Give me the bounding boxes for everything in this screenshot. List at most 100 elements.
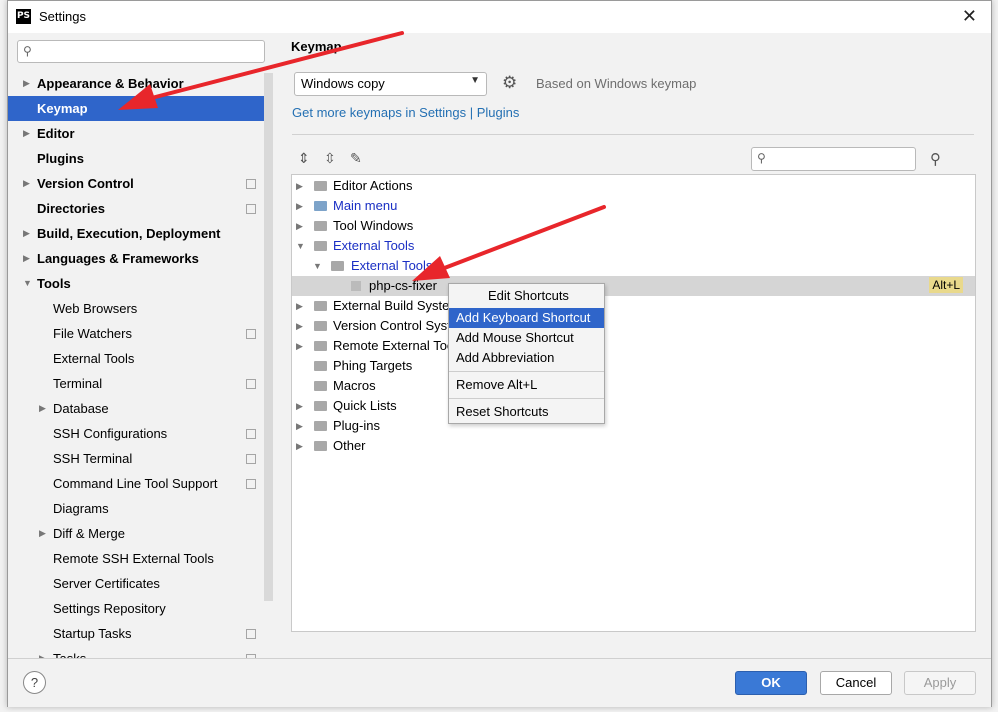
sidebar-search-input[interactable]: ⚲ [17, 40, 265, 63]
sidebar-item-server-certificates[interactable]: Server Certificates [8, 571, 273, 596]
sidebar-item-label: Web Browsers [53, 301, 138, 316]
expand-arrow-icon[interactable]: ▶ [296, 296, 303, 316]
sidebar-item-startup-tasks[interactable]: Startup Tasks [8, 621, 273, 646]
expand-arrow-icon[interactable]: ▶ [39, 521, 46, 546]
apply-button[interactable]: Apply [904, 671, 976, 695]
edit-pencil-icon[interactable]: ✎ [350, 150, 362, 167]
keymap-search-input[interactable]: ⚲ [751, 147, 916, 171]
sidebar-item-database[interactable]: ▶ Database [8, 396, 273, 421]
tree-row-label: Other [333, 438, 366, 453]
collapse-arrow-icon[interactable]: ▼ [296, 236, 305, 256]
tree-row-editor-actions[interactable]: ▶ Editor Actions [292, 176, 975, 196]
tree-row-macros[interactable]: Macros [292, 376, 975, 396]
tree-row-label: Quick Lists [333, 398, 397, 413]
tree-row-plug-ins[interactable]: ▶ Plug-ins [292, 416, 975, 436]
cancel-button[interactable]: Cancel [820, 671, 892, 695]
tree-row-label: Plug-ins [333, 418, 380, 433]
tree-row-label: Phing Targets [333, 358, 413, 373]
help-button[interactable]: ? [23, 671, 46, 694]
action-icon [351, 281, 361, 291]
tree-row-version-control-systems[interactable]: ▶ Version Control System [292, 316, 975, 336]
tree-row-external-tools-group[interactable]: ▼ External Tools [292, 256, 975, 276]
menu-item-remove-shortcut[interactable]: Remove Alt+L [449, 375, 604, 395]
expand-arrow-icon[interactable]: ▶ [39, 396, 46, 421]
sidebar-item-plugins[interactable]: Plugins [8, 146, 273, 171]
tree-row-label: External Tools [351, 258, 433, 273]
expand-arrow-icon[interactable]: ▶ [296, 196, 303, 216]
expand-arrow-icon[interactable]: ▶ [296, 316, 303, 336]
sidebar-item-tasks[interactable]: ▶ Tasks [8, 646, 273, 658]
expand-arrow-icon[interactable]: ▶ [23, 71, 30, 96]
expand-arrow-icon[interactable]: ▶ [23, 246, 30, 271]
expand-arrow-icon[interactable]: ▶ [296, 396, 303, 416]
expand-arrow-icon[interactable]: ▶ [23, 221, 30, 246]
expand-arrow-icon[interactable]: ▶ [296, 216, 303, 236]
project-level-icon [246, 179, 256, 189]
sidebar-item-external-tools[interactable]: External Tools [8, 346, 273, 371]
sidebar-item-editor[interactable]: ▶ Editor [8, 121, 273, 146]
tree-row-main-menu[interactable]: ▶ Main menu [292, 196, 975, 216]
expand-all-icon[interactable]: ⇕ [298, 150, 310, 167]
folder-icon [314, 221, 327, 231]
sidebar-item-web-browsers[interactable]: Web Browsers [8, 296, 273, 321]
sidebar-item-file-watchers[interactable]: File Watchers [8, 321, 273, 346]
menu-item-label: Add Abbreviation [456, 350, 555, 365]
sidebar-item-command-line-tool-support[interactable]: Command Line Tool Support [8, 471, 273, 496]
gear-icon[interactable]: ⚙ [502, 73, 517, 93]
sidebar-item-keymap[interactable]: Keymap [8, 96, 273, 121]
sidebar-scrollbar[interactable] [264, 73, 273, 601]
menu-item-reset-shortcuts[interactable]: Reset Shortcuts [449, 402, 604, 422]
get-more-keymaps-link[interactable]: Get more keymaps in Settings | Plugins [292, 105, 519, 120]
sidebar-item-label: Diagrams [53, 501, 109, 516]
expand-arrow-icon[interactable]: ▶ [296, 416, 303, 436]
tree-row-tool-windows[interactable]: ▶ Tool Windows [292, 216, 975, 236]
sidebar-item-tools[interactable]: ▼ Tools [8, 271, 273, 296]
menu-item-add-abbreviation[interactable]: Add Abbreviation [449, 348, 604, 368]
menu-divider [449, 371, 604, 372]
sidebar-item-diff-merge[interactable]: ▶ Diff & Merge [8, 521, 273, 546]
sidebar-item-terminal[interactable]: Terminal [8, 371, 273, 396]
folder-icon [314, 341, 327, 351]
find-by-shortcut-icon[interactable]: ⚲ [930, 150, 941, 168]
sidebar-item-label: Keymap [37, 101, 88, 116]
collapse-arrow-icon[interactable]: ▼ [23, 271, 32, 296]
sidebar-item-version-control[interactable]: ▶ Version Control [8, 171, 273, 196]
expand-arrow-icon[interactable]: ▶ [23, 121, 30, 146]
sidebar-item-directories[interactable]: Directories [8, 196, 273, 221]
expand-arrow-icon[interactable]: ▶ [296, 336, 303, 356]
expand-arrow-icon[interactable]: ▶ [23, 171, 30, 196]
collapse-arrow-icon[interactable]: ▼ [313, 256, 322, 276]
expand-arrow-icon[interactable]: ▶ [296, 176, 303, 196]
collapse-all-icon[interactable]: ⇳ [324, 150, 336, 167]
tree-row-external-build-system[interactable]: ▶ External Build System [292, 296, 975, 316]
title-bar[interactable]: PS Settings ✕ [8, 1, 991, 33]
tree-row-other[interactable]: ▶ Other [292, 436, 975, 456]
menu-item-add-keyboard-shortcut[interactable]: Add Keyboard Shortcut [449, 308, 604, 328]
sidebar-item-build-execution-deployment[interactable]: ▶ Build, Execution, Deployment [8, 221, 273, 246]
sidebar-item-label: Diff & Merge [53, 526, 126, 541]
sidebar-item-label: SSH Terminal [53, 451, 133, 466]
sidebar-item-languages-frameworks[interactable]: ▶ Languages & Frameworks [8, 246, 273, 271]
sidebar-item-ssh-configurations[interactable]: SSH Configurations [8, 421, 273, 446]
sidebar-item-ssh-terminal[interactable]: SSH Terminal [8, 446, 273, 471]
sidebar-item-remote-ssh-external-tools[interactable]: Remote SSH External Tools [8, 546, 273, 571]
tree-row-remote-external-tools[interactable]: ▶ Remote External Tools [292, 336, 975, 356]
expand-arrow-icon[interactable]: ▶ [296, 436, 303, 456]
menu-item-label: Add Keyboard Shortcut [456, 310, 591, 325]
tree-row-quick-lists[interactable]: ▶ Quick Lists [292, 396, 975, 416]
close-icon[interactable]: ✕ [962, 6, 977, 27]
folder-icon [314, 301, 327, 311]
tree-row-php-cs-fixer[interactable]: php-cs-fixer Alt+L [292, 276, 975, 296]
sidebar-item-appearance-behavior[interactable]: ▶ Appearance & Behavior [8, 71, 273, 96]
ok-button[interactable]: OK [735, 671, 807, 695]
sidebar-item-settings-repository[interactable]: Settings Repository [8, 596, 273, 621]
expand-arrow-icon[interactable]: ▶ [39, 646, 46, 658]
keymap-dropdown[interactable]: Windows copy ▼ [294, 72, 487, 96]
tree-row-phing-targets[interactable]: Phing Targets [292, 356, 975, 376]
sidebar-item-diagrams[interactable]: Diagrams [8, 496, 273, 521]
menu-item-add-mouse-shortcut[interactable]: Add Mouse Shortcut [449, 328, 604, 348]
sidebar-item-label: Terminal [53, 376, 103, 391]
tree-row-external-tools[interactable]: ▼ External Tools [292, 236, 975, 256]
menu-header-label: Edit Shortcuts [488, 288, 569, 303]
based-on-label: Based on Windows keymap [536, 76, 697, 91]
